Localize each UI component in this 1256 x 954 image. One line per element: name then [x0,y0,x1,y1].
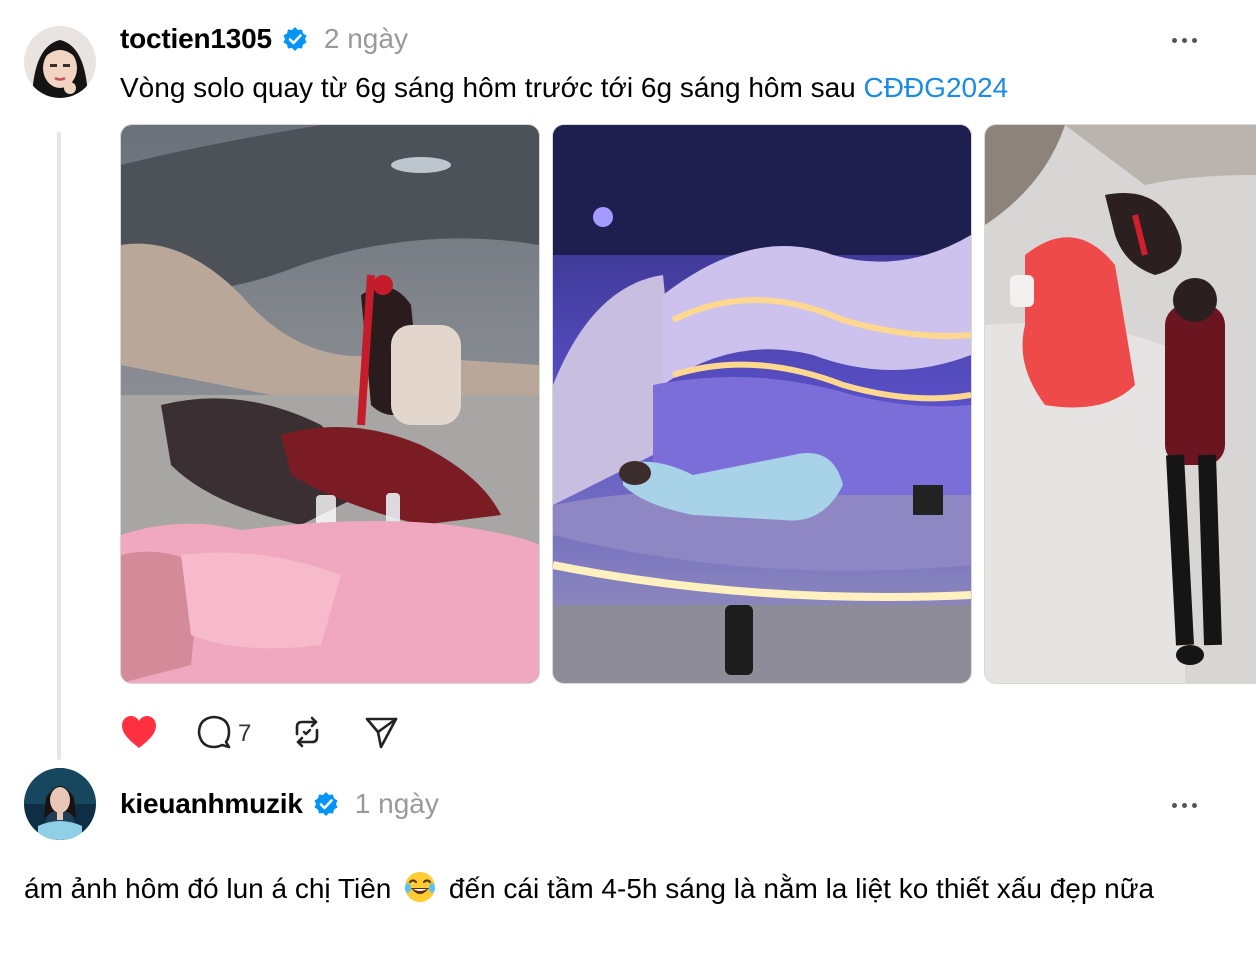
verified-icon [282,26,308,52]
image-carousel[interactable] [120,124,1256,684]
post-header: toctien1305 2 ngày [120,22,408,56]
reply-username[interactable]: kieuanhmuzik [120,787,303,821]
repost-icon [289,714,325,755]
post-actions: 7 [120,714,437,754]
photo-2[interactable] [552,124,972,684]
reply-header: kieuanhmuzik 1 ngày [120,787,439,821]
verified-icon [313,791,339,817]
thread-line [57,132,61,760]
photo-3[interactable] [984,124,1256,684]
avatar-toctien[interactable] [24,26,96,98]
reply-text-part2: đến cái tầm 4-5h sáng là nằm la liệt ko … [441,873,1155,904]
share-icon [363,714,399,755]
post-text: Vòng solo quay từ 6g sáng hôm trước tới … [120,70,1008,106]
like-button[interactable] [120,714,158,755]
post-hashtag[interactable]: CĐĐG2024 [864,72,1009,103]
post-username[interactable]: toctien1305 [120,22,272,56]
post-time[interactable]: 2 ngày [324,22,408,56]
photo-1[interactable] [120,124,540,684]
comment-icon [196,714,232,755]
more-icon[interactable] [1172,35,1202,45]
reply-text: ám ảnh hôm đó lun á chị Tiên đến cái tầm… [24,868,1224,910]
repost-button[interactable] [289,714,325,755]
comment-count: 7 [238,720,252,747]
avatar-kieuanh[interactable] [24,768,96,840]
laughing-emoji-icon [403,870,437,904]
share-button[interactable] [363,714,399,755]
reply-text-part1: ám ảnh hôm đó lun á chị Tiên [24,873,392,904]
reply-time[interactable]: 1 ngày [355,787,439,821]
comment-button[interactable]: 7 [196,714,251,755]
heart-icon [120,714,158,755]
more-icon[interactable] [1172,800,1202,810]
post-caption: Vòng solo quay từ 6g sáng hôm trước tới … [120,72,864,103]
